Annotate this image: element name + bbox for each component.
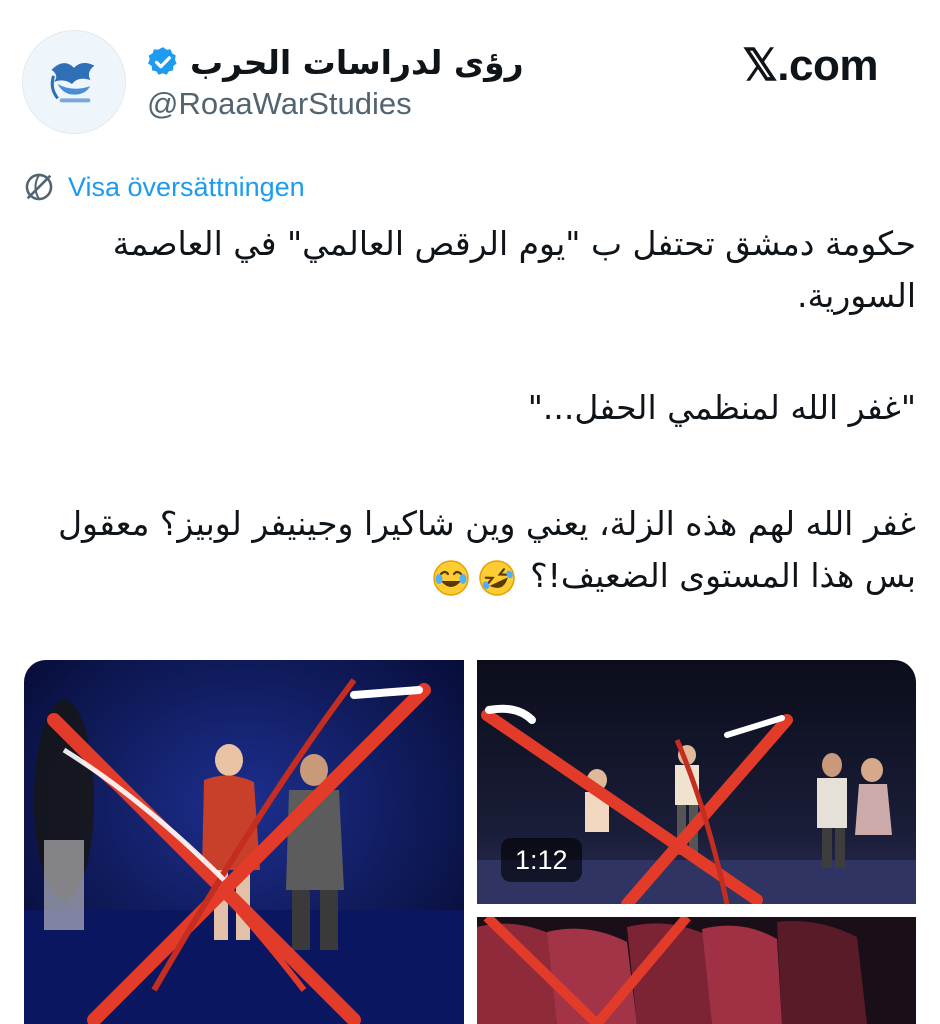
avatar[interactable] (22, 30, 126, 134)
roaa-logo-icon (23, 31, 125, 133)
tweet-paragraph-3: غفر الله لهم هذه الزلة، يعني وين شاكيرا … (16, 498, 916, 602)
tweet-paragraph-1: حكومة دمشق تحتفل ب "يوم الرقص العالمي" ف… (102, 224, 916, 315)
x-logo: 𝕏.com (742, 41, 878, 90)
face-with-tears-of-joy-emoji-icon (431, 558, 471, 598)
rolling-on-floor-laughing-emoji-icon (477, 558, 517, 598)
verified-badge-icon (147, 47, 177, 75)
translate-link[interactable]: Visa översättningen (22, 168, 305, 206)
video-duration-badge: 1:12 (501, 838, 582, 882)
tweet-paragraph-2: "غفر الله لمنظمي الحفل..." (527, 388, 916, 427)
author-name-row[interactable]: رؤى لدراسات الحرب (146, 38, 524, 86)
media-image-1[interactable] (24, 660, 464, 1024)
user-handle[interactable]: @RoaaWarStudies (147, 86, 412, 122)
media-grid: 1:12 (24, 660, 916, 1024)
translate-label: Visa översättningen (68, 171, 305, 202)
globe-translate-icon (25, 173, 53, 201)
display-name: رؤى لدراسات الحرب (190, 42, 524, 82)
media-video[interactable]: 1:12 (477, 660, 916, 904)
media-image-3[interactable] (477, 917, 916, 1024)
